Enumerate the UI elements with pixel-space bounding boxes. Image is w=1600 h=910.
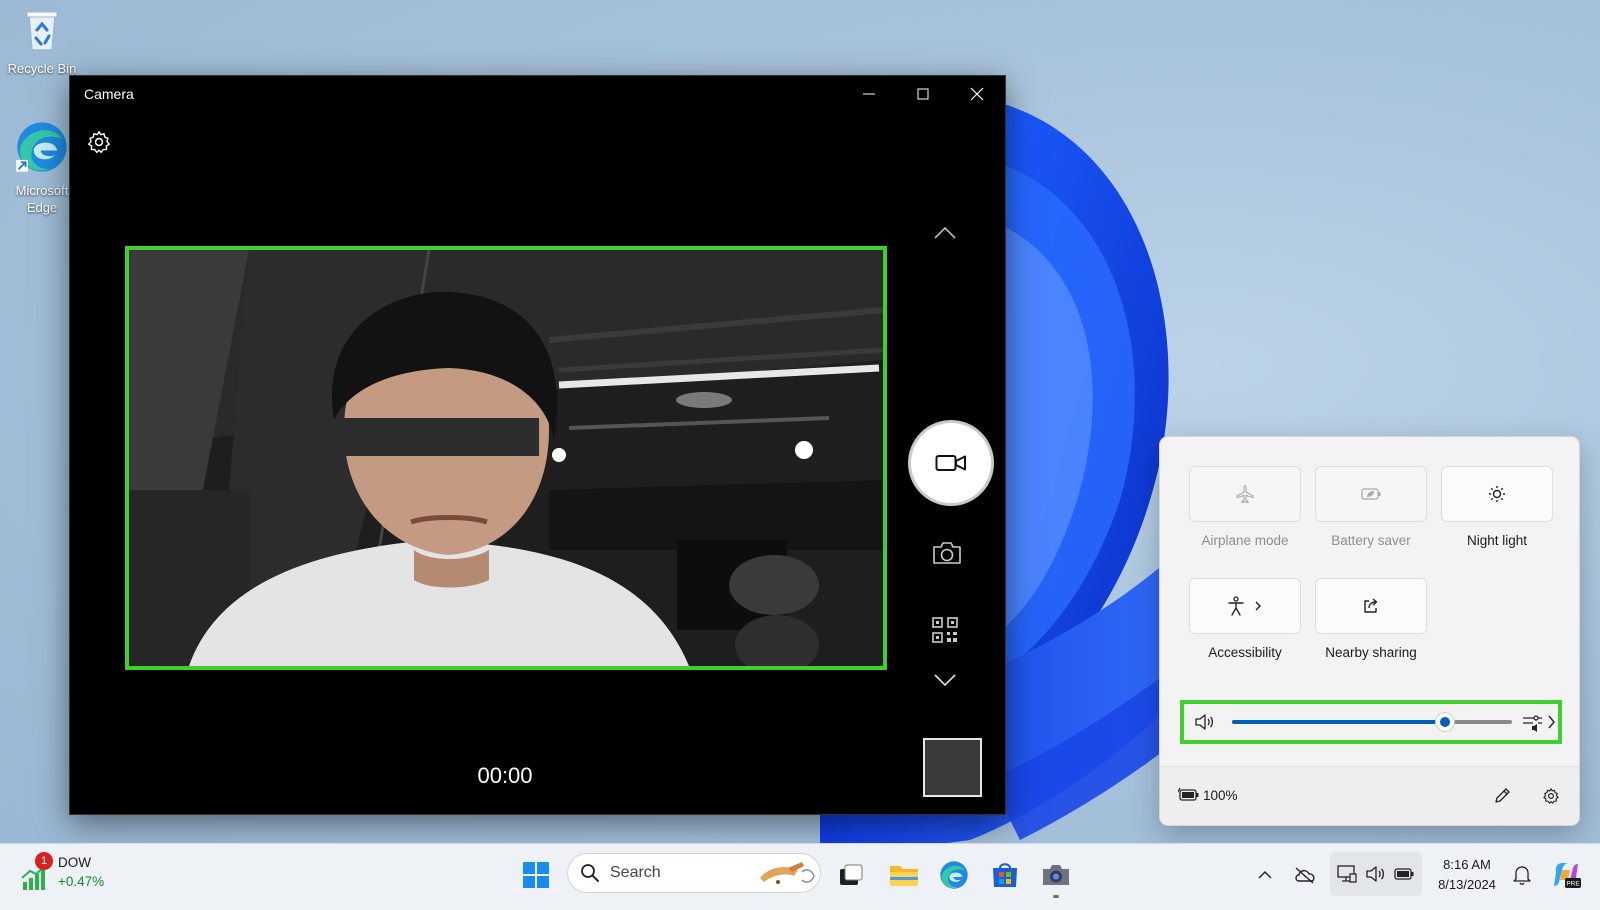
tile-battery-saver[interactable] [1316,467,1426,521]
chevron-up-icon [934,226,956,239]
scroll-up-button[interactable] [930,221,960,245]
minimize-icon [863,93,875,95]
edge-taskbar-button[interactable] [934,855,974,895]
close-icon [970,87,984,101]
search-placeholder: Search [610,864,661,881]
photo-mode-button[interactable] [930,539,964,567]
close-button[interactable] [953,76,1001,112]
quick-settings-panel: Airplane mode Battery saver Night light … [1160,437,1579,825]
show-hidden-icons-button[interactable] [1252,855,1278,895]
battery-icon [1394,868,1414,880]
battery-percentage[interactable]: 100% [1203,788,1238,803]
qr-code-mode-button[interactable] [930,615,960,645]
qr-code-icon [932,617,958,643]
battery-icon [1178,787,1199,801]
clock-date: 8/13/2024 [1438,877,1496,892]
desktop-icon-recycle-bin[interactable]: Recycle Bin [2,6,82,77]
widget-title: DOW [58,855,91,870]
search-icon [581,864,599,882]
stocks-widget[interactable]: 1 DOW +0.47% [18,852,128,898]
quick-settings-tray-button[interactable] [1330,852,1422,896]
volume-slider-thumb[interactable] [1435,713,1454,731]
search-highlight-illustration-icon [760,862,815,884]
task-view-icon [840,864,863,885]
desktop-icon-label: Recycle Bin [7,61,77,76]
scroll-down-button[interactable] [930,668,960,692]
tile-nearby-sharing[interactable] [1316,579,1426,633]
tile-label: Airplane mode [1201,533,1289,548]
quick-settings-footer: 100% [1160,766,1579,825]
share-icon [1364,598,1378,613]
microsoft-store-button[interactable] [985,855,1025,895]
running-indicator [1053,895,1059,898]
notification-badge: 1 [35,852,53,870]
tile-label: Battery saver [1331,533,1411,548]
camera-taskbar-button[interactable] [1036,855,1076,898]
edge-icon [16,122,67,172]
clock-button[interactable]: 8:16 AM 8/13/2024 [1426,853,1508,897]
volume-slider[interactable] [1232,713,1512,731]
taskbar-search-box[interactable]: Search [568,854,820,892]
copilot-button[interactable]: PRE [1548,855,1584,895]
desktop-icon-label: Microsoft Edge [15,183,69,215]
settings-gear-icon[interactable] [1542,787,1560,805]
folder-icon [890,866,918,886]
widget-value: +0.47% [58,874,105,889]
bell-icon [1513,866,1531,885]
airplane-icon [1236,484,1254,504]
volume-control-row [1180,700,1562,744]
copilot-icon: PRE [1554,863,1581,888]
battery-saver-icon [1361,488,1381,500]
chevron-up-icon [1258,870,1272,879]
video-record-button[interactable] [908,420,994,506]
accessibility-icon [1228,596,1261,616]
volume-slider-fill [1232,720,1445,724]
tile-night-light[interactable] [1442,467,1552,521]
audio-output-select-icon[interactable] [1522,712,1556,734]
settings-gear-icon[interactable] [86,129,112,155]
tile-accessibility[interactable] [1190,579,1300,633]
last-capture-thumbnail[interactable] [923,738,982,797]
start-button[interactable] [516,855,556,895]
cloud-offline-icon [1295,867,1315,884]
speaker-icon[interactable] [1194,712,1216,732]
recycle-bin-icon [26,11,58,51]
camera-window: Camera 00:00 [70,76,1005,814]
edge-icon [940,861,968,889]
edit-pencil-icon[interactable] [1493,787,1511,805]
sun-icon [1489,486,1505,502]
chevron-down-icon [934,674,956,687]
tile-label: Night light [1466,533,1528,548]
taskbar: 1 DOW +0.47% Search 8:16 AM 8/13/2024 PR… [0,843,1600,910]
recording-timer: 00:00 [477,763,533,788]
minimize-button[interactable] [845,76,893,112]
speaker-icon [1366,866,1385,882]
tile-airplane-mode[interactable] [1190,467,1300,521]
maximize-icon [917,88,929,100]
task-view-button[interactable] [831,855,871,895]
network-icon [1337,865,1357,883]
maximize-button[interactable] [899,76,947,112]
clock-time: 8:16 AM [1443,857,1491,872]
store-icon [993,863,1017,887]
camera-preview [125,246,887,670]
window-title: Camera [84,86,134,102]
onedrive-button[interactable] [1290,855,1320,895]
photo-camera-icon [933,542,961,564]
windows-logo-icon [523,862,549,888]
tile-label: Accessibility [1208,645,1282,660]
notifications-button[interactable] [1508,855,1536,895]
camera-app-icon [1043,865,1069,885]
tile-label: Nearby sharing [1325,645,1417,660]
video-camera-icon [935,455,966,471]
svg-text:PRE: PRE [1566,881,1580,888]
file-explorer-button[interactable] [884,855,924,895]
camera-feed-image [129,250,883,666]
